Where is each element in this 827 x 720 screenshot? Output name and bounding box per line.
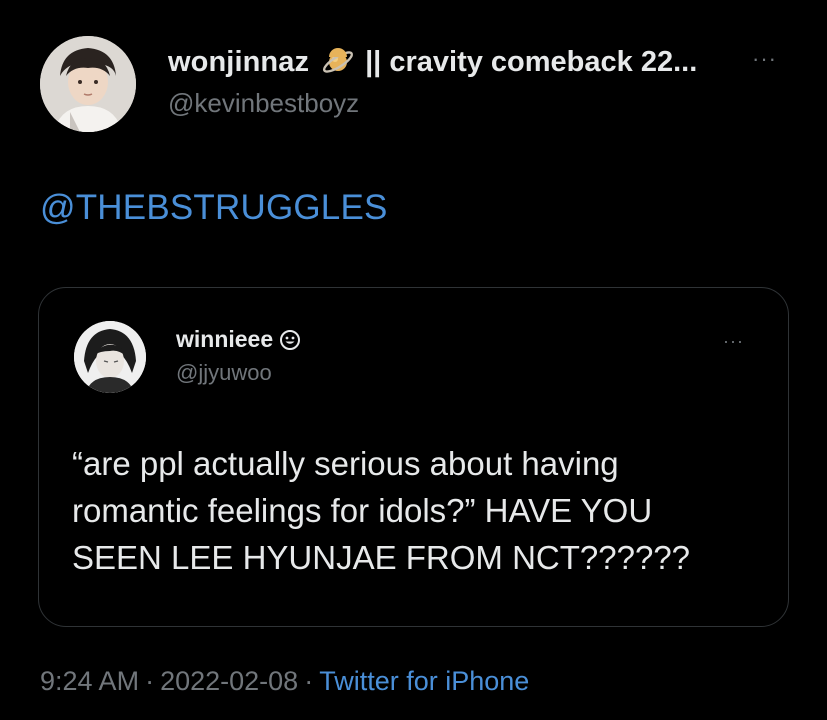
quoted-author-avatar-image xyxy=(74,321,146,393)
quoted-handle[interactable]: @jjyuwoo xyxy=(176,360,272,386)
mention-link[interactable]: @THEBSTRUGGLES xyxy=(40,188,388,228)
ringed-planet-icon xyxy=(321,45,355,79)
author-name-row: wonjinnaz || cravity comeback 22... xyxy=(168,44,697,80)
more-options-icon[interactable]: ··· xyxy=(752,48,777,70)
quoted-name-row: winnieee xyxy=(176,326,301,353)
meta-separator: · xyxy=(304,666,314,696)
quoted-tweet-text: “are ppl actually serious about having r… xyxy=(72,445,691,576)
tweet-source-link[interactable]: Twitter for iPhone xyxy=(319,666,529,696)
meta-separator: · xyxy=(145,666,155,696)
author-display-name-suffix: || cravity comeback 22... xyxy=(365,45,698,78)
tweet-detail: wonjinnaz || cravity comeback 22... ··· … xyxy=(0,0,827,720)
tweet-metadata: 9:24 AM · 2022-02-08 · Twitter for iPhone xyxy=(40,666,529,697)
tweet-time[interactable]: 9:24 AM xyxy=(40,666,139,696)
tweet-date[interactable]: 2022-02-08 xyxy=(160,666,298,696)
quoted-author-avatar[interactable] xyxy=(74,321,146,393)
smiley-face-icon xyxy=(279,329,301,351)
quoted-more-options-icon[interactable]: ··· xyxy=(723,332,744,350)
author-avatar-image xyxy=(40,36,136,132)
quoted-tweet-card[interactable]: winnieee @jjyuwoo ··· “are ppl actually … xyxy=(38,287,789,627)
quoted-display-name[interactable]: winnieee xyxy=(176,326,273,353)
author-handle[interactable]: @kevinbestboyz xyxy=(168,88,359,119)
author-avatar[interactable] xyxy=(40,36,136,132)
author-display-name[interactable]: wonjinnaz xyxy=(168,46,309,79)
